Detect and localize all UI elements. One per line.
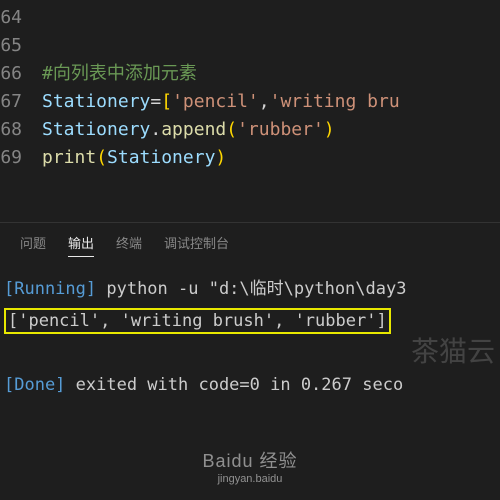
watermark-url: jingyan.baidu (202, 473, 297, 485)
token-string: 'pencil' (172, 91, 259, 112)
token-operator: = (150, 91, 161, 112)
code-line[interactable]: 68Stationery.append('rubber') (0, 116, 500, 144)
token-bracket: ) (324, 119, 335, 140)
code-content[interactable]: print(Stationery) (42, 144, 500, 172)
code-editor[interactable]: 646566#向列表中添加元素67Stationery=['pencil','w… (0, 0, 500, 192)
token-variable: Stationery (42, 119, 150, 140)
line-number: 66 (0, 60, 42, 88)
token-punct: , (259, 91, 270, 112)
token-bracket: ( (96, 147, 107, 168)
token-bracket: [ (161, 91, 172, 112)
code-line[interactable]: 67Stationery=['pencil','writing bru (0, 88, 500, 116)
code-line[interactable]: 69print(Stationery) (0, 144, 500, 172)
code-content[interactable] (42, 32, 500, 60)
line-number: 65 (0, 32, 42, 60)
panel-tab[interactable]: 输出 (68, 233, 94, 257)
token-variable: Stationery (107, 147, 215, 168)
code-line[interactable]: 65 (0, 32, 500, 60)
bottom-watermark: Baidu 经验 jingyan.baidu (202, 447, 297, 485)
code-content[interactable]: Stationery=['pencil','writing bru (42, 88, 500, 116)
line-number: 69 (0, 144, 42, 172)
token-bracket: ( (226, 119, 237, 140)
watermark-logo: Baidu 经验 (202, 447, 297, 473)
token-string: 'rubber' (237, 119, 324, 140)
code-content[interactable] (42, 4, 500, 32)
code-content[interactable]: Stationery.append('rubber') (42, 116, 500, 144)
panel-tab[interactable]: 问题 (20, 233, 46, 256)
output-blank (4, 337, 496, 369)
panel-tab[interactable]: 终端 (116, 233, 142, 256)
code-line[interactable]: 66#向列表中添加元素 (0, 60, 500, 88)
token-bracket: ) (215, 147, 226, 168)
code-line[interactable]: 64 (0, 4, 500, 32)
panel-tabs: 问题输出终端调试控制台 (0, 223, 500, 265)
running-text: python -u "d:\临时\python\day3 (96, 279, 406, 299)
output-result: ['pencil', 'writing brush', 'rubber'] (4, 308, 391, 334)
line-number: 64 (0, 4, 42, 32)
panel-tab[interactable]: 调试控制台 (164, 233, 229, 256)
token-punct: . (150, 119, 161, 140)
output-running-line: [Running] python -u "d:\临时\python\day3 (4, 273, 496, 305)
line-number: 67 (0, 88, 42, 116)
code-content[interactable]: #向列表中添加元素 (42, 60, 500, 88)
token-string: 'writing bru (270, 91, 400, 112)
line-number: 68 (0, 116, 42, 144)
output-done-line: [Done] exited with code=0 in 0.267 seco (4, 369, 496, 401)
running-label: [Running] (4, 279, 96, 299)
done-text: exited with code=0 in 0.267 seco (65, 375, 403, 395)
token-comment: #向列表中添加元素 (42, 63, 197, 84)
done-label: [Done] (4, 375, 65, 395)
token-variable: Stationery (42, 91, 150, 112)
output-result-line: ['pencil', 'writing brush', 'rubber'] (4, 305, 496, 337)
token-function: append (161, 119, 226, 140)
output-panel: [Running] python -u "d:\临时\python\day3 [… (0, 265, 500, 409)
token-builtin: print (42, 147, 96, 168)
